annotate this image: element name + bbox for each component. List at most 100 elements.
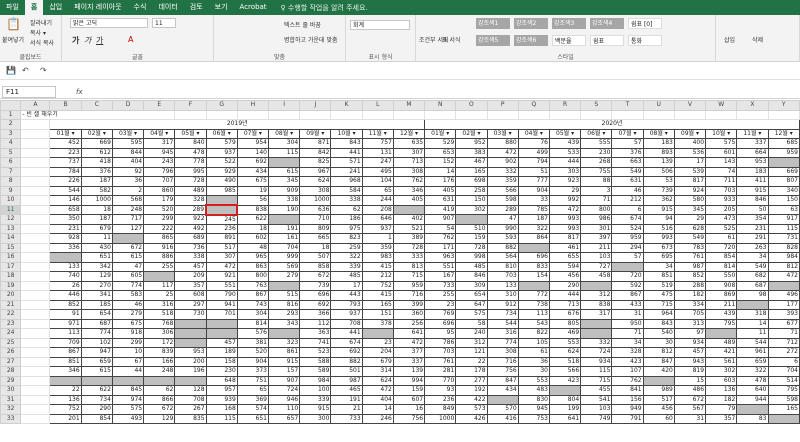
data-cell[interactable]: 953 [174, 347, 207, 358]
data-cell[interactable]: 104 [361, 176, 394, 187]
empty-cell[interactable] [20, 166, 51, 177]
data-cell[interactable]: 366 [299, 309, 332, 320]
data-cell[interactable]: 975 [330, 223, 363, 234]
empty-cell[interactable] [20, 252, 51, 263]
data-cell[interactable]: 665 [299, 233, 332, 244]
ribbon-tab[interactable]: Acrobat [234, 0, 273, 15]
month-header[interactable]: 11월 ▾ [736, 128, 769, 139]
data-cell[interactable]: 62 [143, 385, 176, 396]
data-cell[interactable]: 675 [111, 318, 145, 329]
data-cell[interactable]: 211 [705, 299, 738, 310]
cell-style-option[interactable]: 백분율 [552, 35, 586, 46]
data-cell[interactable]: 183 [642, 138, 675, 149]
row-header[interactable]: 27 [0, 356, 22, 367]
data-cell[interactable]: 457 [174, 261, 207, 272]
data-cell[interactable]: 871 [299, 138, 332, 149]
data-cell[interactable]: 22 [455, 356, 488, 367]
month-header[interactable]: 04월 ▾ [517, 128, 550, 139]
data-cell[interactable]: 640 [736, 385, 769, 396]
data-cell[interactable] [205, 195, 238, 206]
row-header[interactable]: 8 [0, 176, 22, 187]
empty-cell[interactable] [20, 347, 51, 358]
data-cell[interactable]: 816 [267, 299, 301, 310]
column-header[interactable]: C [80, 100, 113, 111]
row-header[interactable]: 21 [0, 299, 22, 310]
data-cell[interactable]: 795 [767, 385, 800, 396]
row-header[interactable]: 31 [0, 394, 22, 405]
data-cell[interactable]: 791 [611, 413, 644, 424]
empty-cell[interactable] [20, 261, 51, 272]
data-cell[interactable] [174, 337, 207, 348]
data-cell[interactable]: 987 [673, 261, 707, 272]
row-header[interactable]: 18 [0, 271, 22, 282]
data-cell[interactable]: 71 [580, 195, 613, 206]
cell-style-option[interactable]: 강조색2 [514, 18, 548, 29]
data-cell[interactable]: 376 [611, 147, 644, 158]
data-cell[interactable]: 793 [330, 299, 363, 310]
data-cell[interactable]: 692 [299, 299, 332, 310]
data-cell[interactable]: 777 [517, 176, 550, 187]
data-cell[interactable]: 822 [517, 328, 550, 339]
data-cell[interactable]: 65 [361, 185, 394, 196]
data-cell[interactable]: 302 [455, 204, 488, 215]
data-cell[interactable]: 664 [736, 147, 769, 158]
data-cell[interactable]: 904 [517, 185, 550, 196]
data-cell[interactable]: 15 [673, 375, 707, 386]
data-cell[interactable]: 376 [80, 166, 113, 177]
data-cell[interactable]: 761 [424, 356, 457, 367]
data-cell[interactable]: 915 [267, 356, 301, 367]
data-cell[interactable]: 696 [517, 252, 550, 263]
data-cell[interactable]: 246 [361, 413, 394, 424]
data-cell[interactable]: 933 [705, 195, 738, 206]
data-cell[interactable]: 838 [236, 204, 270, 215]
data-cell[interactable]: 762 [392, 176, 426, 187]
data-cell[interactable]: 323 [267, 337, 301, 348]
merge-center-button[interactable]: 병합하고 가운데 맞춤 [284, 35, 338, 44]
data-cell[interactable]: 520 [143, 204, 176, 215]
data-cell[interactable]: 783 [673, 242, 707, 253]
data-cell[interactable]: 397 [580, 233, 613, 244]
data-cell[interactable]: 564 [486, 252, 519, 263]
data-cell[interactable]: 441 [330, 328, 363, 339]
data-cell[interactable]: 882 [330, 356, 363, 367]
month-header[interactable]: 07월 ▾ [236, 128, 270, 139]
data-cell[interactable]: 209 [174, 271, 207, 282]
data-cell[interactable]: 524 [611, 223, 644, 234]
data-cell[interactable]: 567 [673, 404, 707, 415]
data-cell[interactable]: 846 [736, 195, 769, 206]
data-cell[interactable]: 18 [299, 242, 332, 253]
data-cell[interactable]: 769 [424, 309, 457, 320]
data-cell[interactable]: 622 [236, 214, 270, 225]
cell-style-option[interactable]: 강조색6 [514, 35, 548, 46]
data-cell[interactable]: 817 [548, 233, 582, 244]
cell-style-option[interactable]: 쉼표 [0] [628, 18, 662, 29]
empty-cell[interactable] [20, 404, 51, 415]
empty-cell[interactable] [20, 138, 51, 149]
data-cell[interactable] [267, 280, 301, 291]
data-cell[interactable]: 695 [642, 252, 675, 263]
month-header[interactable]: 08월 ▾ [267, 128, 301, 139]
data-cell[interactable]: 306 [143, 328, 176, 339]
data-cell[interactable]: 711 [705, 176, 738, 187]
row-header[interactable]: 9 [0, 185, 22, 196]
data-cell[interactable]: 415 [361, 261, 394, 272]
ribbon-tab[interactable]: 파일 [0, 0, 25, 15]
data-cell[interactable]: 739 [642, 185, 675, 196]
data-cell[interactable]: 734 [486, 309, 519, 320]
data-cell[interactable]: 624 [361, 375, 394, 386]
data-cell[interactable]: 515 [267, 290, 301, 301]
data-cell[interactable]: 659 [80, 356, 113, 367]
data-cell[interactable]: 415 [361, 290, 394, 301]
data-cell[interactable]: 522 [205, 157, 238, 168]
data-cell[interactable]: 772 [517, 290, 550, 301]
data-cell[interactable]: 685 [767, 138, 800, 149]
data-cell[interactable]: 345 [267, 176, 301, 187]
data-cell[interactable]: 159 [455, 233, 488, 244]
month-header[interactable]: 06월 ▾ [580, 128, 613, 139]
data-cell[interactable]: 67 [111, 356, 145, 367]
data-cell[interactable]: 36 [517, 356, 550, 367]
data-cell[interactable]: 701 [205, 309, 238, 320]
font-color-icon[interactable]: A [128, 35, 133, 45]
empty-cell[interactable] [580, 109, 613, 120]
data-cell[interactable]: 845 [111, 385, 145, 396]
